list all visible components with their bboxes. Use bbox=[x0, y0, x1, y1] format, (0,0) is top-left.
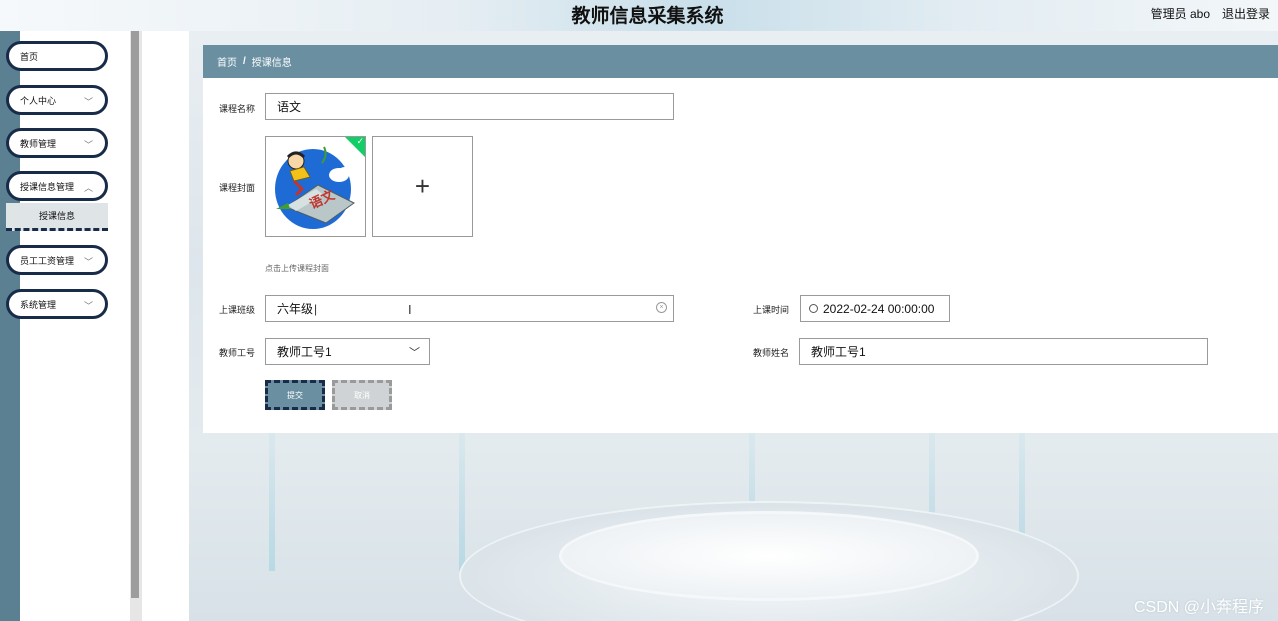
teacher-id-value: 教师工号1 bbox=[277, 345, 332, 359]
sidebar-subitem-course-info[interactable]: 授课信息 bbox=[6, 203, 108, 231]
decor-pillar bbox=[459, 431, 465, 571]
top-header: 教师信息采集系统 管理员 abo 退出登录 bbox=[0, 0, 1278, 31]
teacher-name-value: 教师工号1 bbox=[811, 345, 866, 359]
breadcrumb: 首页 / 授课信息 bbox=[203, 45, 1278, 78]
chevron-down-icon: ﹀ bbox=[83, 257, 93, 267]
class-time-value: 2022-02-24 00:00:00 bbox=[823, 301, 935, 316]
teacher-id-select[interactable]: 教师工号1 ﹀ bbox=[265, 338, 430, 365]
logout-link[interactable]: 退出登录 bbox=[1222, 5, 1270, 22]
watermark: CSDN @小奔程序 bbox=[1133, 599, 1264, 616]
class-value: 六年级 bbox=[277, 302, 314, 316]
course-name-label: 课程名称 bbox=[219, 104, 256, 114]
caret-cursor: | bbox=[314, 301, 318, 316]
sidebar-item-course-management[interactable]: 授课信息管理 ﹀ bbox=[6, 171, 108, 201]
content-gutter bbox=[142, 31, 189, 621]
class-time-picker[interactable]: 2022-02-24 00:00:00 bbox=[800, 295, 950, 322]
chevron-down-icon: ﹀ bbox=[83, 97, 93, 107]
chevron-down-icon: ﹀ bbox=[83, 140, 93, 150]
chevron-down-icon: ﹀ bbox=[409, 347, 420, 359]
app-title: 教师信息采集系统 bbox=[571, 5, 724, 27]
sidebar-item-label: 个人中心 bbox=[20, 95, 57, 106]
submit-button[interactable]: 提交 bbox=[265, 380, 325, 410]
course-name-input[interactable]: 语文 bbox=[265, 93, 674, 120]
chevron-up-icon: ﹀ bbox=[83, 182, 93, 192]
sidebar bbox=[20, 31, 130, 621]
class-label: 上课班级 bbox=[219, 305, 256, 315]
class-input[interactable]: 六年级 | I × bbox=[265, 295, 674, 322]
breadcrumb-home[interactable]: 首页 bbox=[217, 54, 237, 69]
plus-icon: + bbox=[414, 171, 431, 201]
sidebar-item-salary-management[interactable]: 员工工资管理 ﹀ bbox=[6, 245, 108, 275]
left-strip bbox=[0, 31, 20, 621]
sidebar-item-personal-center[interactable]: 个人中心 ﹀ bbox=[6, 85, 108, 115]
course-name-value: 语文 bbox=[277, 100, 302, 114]
sidebar-item-label: 授课信息管理 bbox=[20, 181, 75, 192]
teacher-name-label: 教师姓名 bbox=[753, 348, 790, 358]
teacher-name-input[interactable]: 教师工号1 bbox=[799, 338, 1208, 365]
sidebar-scrollbar-thumb[interactable] bbox=[131, 31, 139, 598]
breadcrumb-separator: / bbox=[243, 56, 246, 67]
sidebar-item-system-management[interactable]: 系统管理 ﹀ bbox=[6, 289, 108, 319]
sidebar-item-label: 首页 bbox=[20, 51, 39, 62]
clock-icon bbox=[809, 304, 818, 313]
sidebar-item-label: 系统管理 bbox=[20, 299, 57, 310]
course-cover-hint: 点击上传课程封面 bbox=[265, 264, 329, 273]
clear-icon[interactable]: × bbox=[656, 302, 667, 313]
chevron-down-icon: ﹀ bbox=[83, 301, 93, 311]
check-icon: ✓ bbox=[356, 136, 364, 146]
teacher-id-label: 教师工号 bbox=[219, 348, 256, 358]
decor-pillar bbox=[269, 431, 275, 571]
user-label: 管理员 abo bbox=[1150, 7, 1210, 21]
mouse-text-cursor-icon: I bbox=[408, 302, 412, 317]
sidebar-item-home[interactable]: 首页 bbox=[6, 41, 108, 71]
course-cover-label: 课程封面 bbox=[219, 183, 256, 193]
cancel-button[interactable]: 取消 bbox=[332, 380, 392, 410]
breadcrumb-current: 授课信息 bbox=[251, 58, 292, 69]
class-time-label: 上课时间 bbox=[753, 305, 790, 315]
decor-stage-top bbox=[559, 511, 979, 601]
course-cover-thumbnail[interactable]: 语文 ✓ bbox=[265, 136, 366, 237]
sidebar-item-label: 教师管理 bbox=[20, 138, 57, 149]
upload-add-button[interactable]: + bbox=[372, 136, 473, 237]
content-panel: 首页 / 授课信息 课程名称 语文 课程封面 语文 ✓ + 点击上传课程封面 上… bbox=[203, 45, 1278, 433]
sidebar-item-label: 员工工资管理 bbox=[20, 255, 75, 266]
sidebar-item-teacher-management[interactable]: 教师管理 ﹀ bbox=[6, 128, 108, 158]
